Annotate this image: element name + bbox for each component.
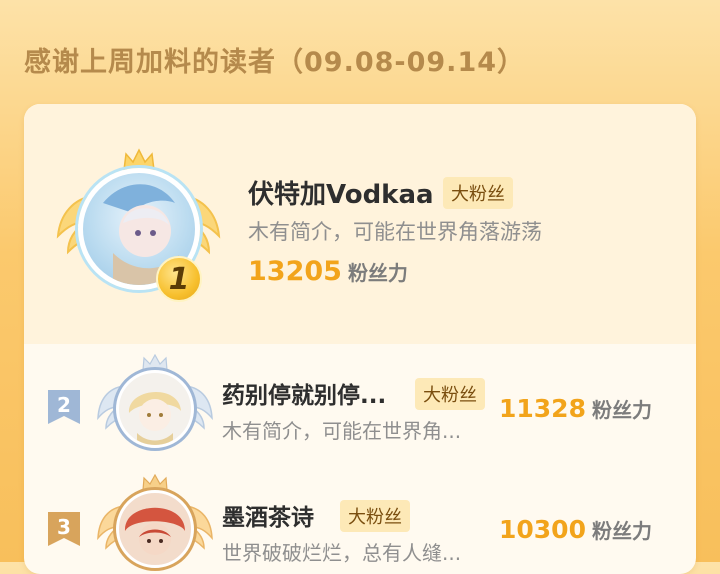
rank-2-number: 2 <box>57 393 71 417</box>
champion-score: 13205 粉丝力 <box>248 256 408 287</box>
champion-avatar-frame: 1 <box>56 146 221 306</box>
rank-3-avatar-frame <box>96 474 214 574</box>
rank-1-badge: 1 <box>156 256 202 302</box>
champion-section[interactable]: 1 伏特加Vodkaa 大粉丝 木有简介，可能在世界角落游荡 13205 粉丝力 <box>24 104 696 344</box>
rank-3-score-value: 10300 <box>499 515 586 544</box>
rank-3-score-unit: 粉丝力 <box>591 519 652 543</box>
rank-3-name[interactable]: 墨酒茶诗 <box>222 498 314 532</box>
rank-3-flag: 3 <box>48 512 80 546</box>
rank-3-fan-tag: 大粉丝 <box>340 500 410 532</box>
rank-3-avatar[interactable] <box>116 490 194 568</box>
page-title: 感谢上周加料的读者（09.08-09.14） <box>24 47 526 78</box>
champion-name[interactable]: 伏特加Vodkaa <box>248 174 434 211</box>
leaderboard-card: 1 伏特加Vodkaa 大粉丝 木有简介，可能在世界角落游荡 13205 粉丝力 … <box>24 104 696 574</box>
rank-3-score: 10300 粉丝力 <box>499 515 652 544</box>
rank-3-number: 3 <box>57 515 71 539</box>
rank-2-score-value: 11328 <box>499 394 586 423</box>
rank-2-name[interactable]: 药别停就别停... <box>222 376 386 410</box>
champion-desc: 木有简介，可能在世界角落游荡 <box>248 220 542 244</box>
champion-score-unit: 粉丝力 <box>347 261 408 285</box>
list-item[interactable]: 3 墨酒茶诗 大粉丝 世界破破烂烂，总有人缝... 10300 粉丝力 <box>24 468 696 574</box>
rank-2-fan-tag: 大粉丝 <box>415 378 485 410</box>
champion-score-value: 13205 <box>248 256 342 287</box>
rank-2-score-unit: 粉丝力 <box>591 398 652 422</box>
avatar-art-icon <box>124 507 185 555</box>
rank-2-desc: 木有简介，可能在世界角... <box>222 419 462 443</box>
rank-2-flag: 2 <box>48 390 80 424</box>
list-item[interactable]: 2 药别停就别停... 大粉丝 木有简介，可能在世界角... 11328 粉丝力 <box>24 348 696 468</box>
champion-fan-tag: 大粉丝 <box>443 177 513 209</box>
rank-2-avatar-frame <box>96 354 214 464</box>
rank-2-avatar[interactable] <box>116 370 194 448</box>
rank-2-score: 11328 粉丝力 <box>499 394 652 423</box>
avatar-art-icon <box>128 392 181 445</box>
